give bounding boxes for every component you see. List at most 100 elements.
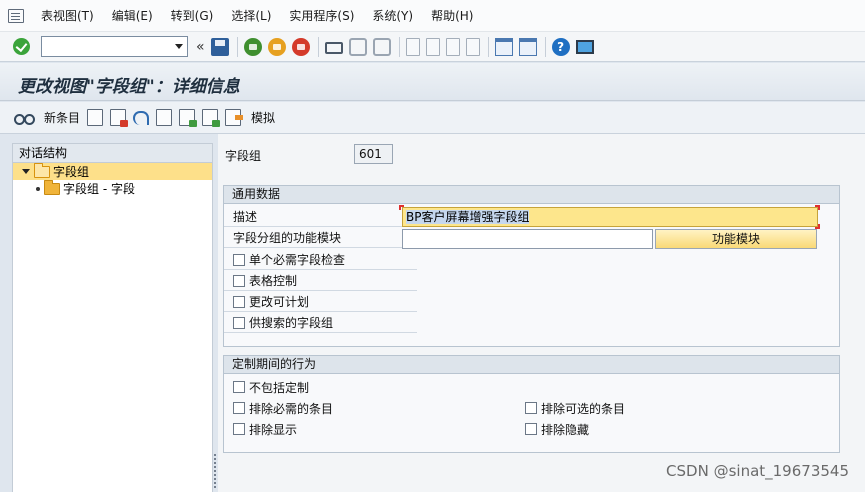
toolbar-divider [317,36,319,57]
exclude-display-checkbox[interactable] [233,423,245,435]
back-icon[interactable] [243,37,262,56]
function-module-input[interactable] [402,229,653,249]
delete-icon[interactable] [110,109,129,127]
select-all-icon[interactable] [202,109,221,127]
exclude-hidden-checkbox[interactable] [525,423,537,435]
checkbox-label: 排除显示 [249,422,298,437]
toolbar-divider [487,36,489,57]
menu-bar: 表视图(T) 编辑(E) 转到(G) 选择(L) 实用程序(S) 系统(Y) 帮… [0,0,865,32]
detail-area: 字段组 601 通用数据 描述 BP客户屏幕增强字段组 字段分组的功能模块 功能… [218,134,865,492]
exclude-customizing-row[interactable]: 不包括定制 [224,377,424,397]
exclude-required-row[interactable]: 排除必需的条目 [224,398,424,418]
description-label: 描述 [224,207,402,227]
layout-menu-icon[interactable] [575,39,594,54]
exclude-required-checkbox[interactable] [233,402,245,414]
tree-node-field-group[interactable]: 字段组 [13,162,212,180]
new-entries-button[interactable]: 新条目 [44,109,80,126]
menu-system[interactable]: 系统(Y) [363,0,422,32]
cancel-icon[interactable] [291,37,310,56]
find-next-icon[interactable] [372,37,391,56]
change-plannable-row[interactable]: 更改可计划 [224,292,417,312]
menu-help[interactable]: 帮助(H) [422,0,482,32]
tree-node-field-group-fields[interactable]: 字段组 - 字段 [13,179,212,197]
bullet-icon [36,186,40,191]
command-field[interactable] [41,36,188,57]
next-entry-icon[interactable] [179,109,198,127]
menu-table-view[interactable]: 表视图(T) [32,0,103,32]
checkbox-label: 表格控制 [249,274,298,288]
field-group-value: 601 [354,144,393,164]
checkbox-label: 排除必需的条目 [249,401,334,416]
search-field-group-row[interactable]: 供搜索的字段组 [224,313,417,333]
exclude-hidden-row[interactable]: 排除隐藏 [516,419,716,439]
menu-utilities[interactable]: 实用程序(S) [280,0,363,32]
customizing-behavior-header: 定制期间的行为 [224,356,839,374]
menu-select[interactable]: 选择(L) [222,0,280,32]
function-module-label: 字段分组的功能模块 [224,228,402,248]
exclude-customizing-checkbox[interactable] [233,381,245,393]
exclude-optional-row[interactable]: 排除可选的条目 [516,398,716,418]
toolbar-divider [236,36,238,57]
command-input[interactable] [42,37,170,56]
print-icon[interactable] [324,42,343,54]
title-bar: 更改视图"字段组"：详细信息 [0,63,865,101]
panel-splitter-handle[interactable] [213,453,217,489]
expand-arrow-icon[interactable] [22,169,30,174]
tree-node-label: 字段组 [53,165,90,179]
table-control-checkbox[interactable] [233,274,245,287]
watermark: CSDN @sinat_19673545 [666,462,849,480]
tree-node-label: 字段组 - 字段 [63,182,135,196]
display-change-toggle-icon[interactable] [14,111,35,125]
open-folder-icon [34,162,50,178]
single-required-check-row[interactable]: 单个必需字段检查 [224,250,417,270]
previous-entry-icon[interactable] [156,109,173,126]
copy-as-icon[interactable] [87,109,104,126]
toolbar-divider [398,36,400,57]
description-input[interactable]: BP客户屏幕增强字段组 [402,207,818,227]
last-page-icon[interactable] [465,37,480,56]
focus-corner [399,205,404,210]
change-plannable-checkbox[interactable] [233,295,245,308]
function-module-button[interactable]: 功能模块 [655,229,817,249]
menu-exit-icon[interactable] [8,8,24,23]
previous-page-icon[interactable] [425,37,440,56]
exclude-optional-checkbox[interactable] [525,402,537,414]
menu-edit[interactable]: 编辑(E) [103,0,162,32]
customizing-behavior-group: 定制期间的行为 不包括定制 排除必需的条目 排除可选的条目 排除显示 排除隐藏 [223,355,840,453]
undo-change-icon[interactable] [133,110,150,125]
checkbox-label: 排除隐藏 [541,422,590,437]
save-icon[interactable] [210,37,229,56]
transport-icon[interactable] [225,109,244,126]
exclude-display-row[interactable]: 排除显示 [224,419,424,439]
menu-goto[interactable]: 转到(G) [162,0,223,32]
focus-corner [815,205,820,210]
search-field-group-checkbox[interactable] [233,316,245,329]
single-required-checkbox[interactable] [233,253,245,266]
toolbar-divider [544,36,546,57]
standard-toolbar: « ? [0,32,865,62]
checkbox-label: 排除可选的条目 [541,401,626,416]
dialog-structure-panel: 对话结构 字段组 字段组 - 字段 [12,143,213,492]
checkbox-label: 单个必需字段检查 [249,253,346,267]
new-session-icon[interactable] [494,37,513,56]
first-page-icon[interactable] [405,37,420,56]
general-data-header: 通用数据 [224,186,839,204]
find-icon[interactable] [348,37,367,56]
help-icon[interactable]: ? [551,37,570,56]
field-group-label: 字段组 [225,149,262,163]
next-page-icon[interactable] [445,37,460,56]
shortcut-icon[interactable] [518,37,537,56]
checkbox-label: 供搜索的字段组 [249,316,334,330]
folder-icon [44,179,60,195]
application-toolbar: 新条目 模拟 [0,102,865,134]
enter-check-icon[interactable] [13,38,30,55]
exit-icon[interactable] [267,37,286,56]
checkbox-label: 更改可计划 [249,295,310,309]
table-control-row[interactable]: 表格控制 [224,271,417,291]
description-value: BP客户屏幕增强字段组 [406,210,530,224]
history-chevron-icon[interactable]: « [196,39,205,55]
chevron-down-icon[interactable] [175,44,183,49]
checkbox-label: 不包括定制 [249,380,310,395]
dialog-structure-header: 对话结构 [13,144,212,163]
simulate-button[interactable]: 模拟 [251,109,275,126]
